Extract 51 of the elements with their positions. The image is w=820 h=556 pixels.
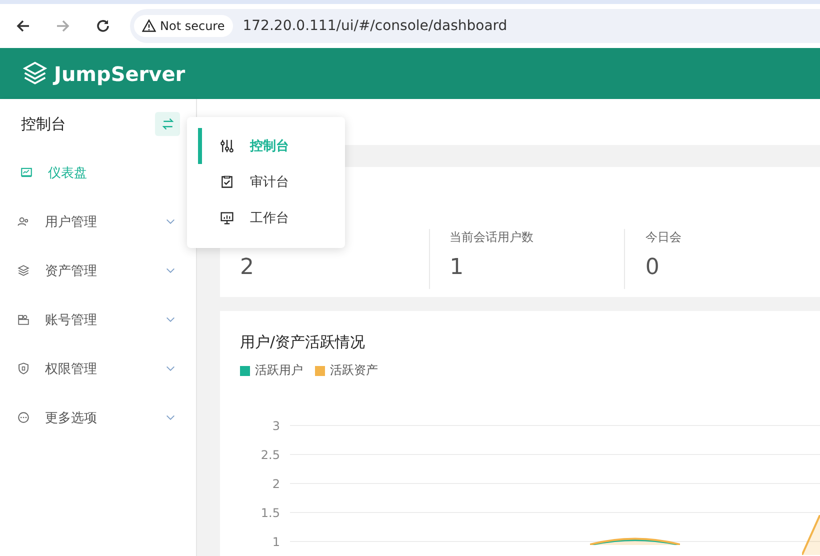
reload-icon[interactable] bbox=[95, 18, 111, 34]
users-icon bbox=[17, 215, 30, 228]
y-axis-label: 1.5 bbox=[260, 506, 281, 520]
swap-icon bbox=[160, 117, 174, 131]
switch-view-button[interactable] bbox=[155, 112, 180, 136]
y-axis-label: 3 bbox=[271, 418, 281, 432]
view-menu-label: 控制台 bbox=[250, 138, 289, 155]
sidebar-item[interactable]: 更多选项 bbox=[0, 393, 196, 442]
stat-value: 2 bbox=[240, 254, 255, 280]
url-text: 172.20.0.111/ui/#/console/dashboard bbox=[242, 18, 508, 34]
address-bar[interactable]: Not secure 172.20.0.111/ui/#/console/dashboard bbox=[130, 9, 820, 43]
back-icon[interactable] bbox=[15, 18, 31, 34]
dashboard-icon bbox=[20, 166, 33, 179]
stat-label: 当前会话用户数 bbox=[450, 228, 535, 246]
layers-icon bbox=[17, 264, 30, 277]
chart-line-drawing bbox=[802, 515, 820, 555]
sidebar-item[interactable]: 用户管理 bbox=[0, 197, 196, 246]
view-menu-item[interactable]: 审计台 bbox=[198, 164, 345, 200]
sidebar-item[interactable]: 资产管理 bbox=[0, 246, 196, 295]
warning-icon bbox=[142, 19, 156, 33]
logo-text: JumpServer bbox=[54, 62, 186, 86]
menu-item-label: 用户管理 bbox=[45, 214, 98, 230]
y-axis-label: 1 bbox=[271, 534, 281, 548]
id-card-icon bbox=[17, 313, 30, 326]
menu-item-label: 更多选项 bbox=[45, 410, 98, 426]
view-menu-label: 审计台 bbox=[250, 174, 289, 191]
menu-item-label: 仪表盘 bbox=[48, 164, 88, 182]
menu-item-label: 资产管理 bbox=[45, 262, 98, 280]
legend-label: 活跃用户 bbox=[255, 362, 303, 379]
logo-icon bbox=[22, 60, 48, 86]
sidebar-item[interactable]: 账号管理 bbox=[0, 295, 196, 344]
stat-label: 今日会 bbox=[645, 228, 682, 246]
menu-item-label: 权限管理 bbox=[45, 360, 98, 378]
stat-value: 1 bbox=[450, 254, 465, 280]
more-icon bbox=[17, 411, 30, 424]
sliders-icon bbox=[220, 139, 234, 153]
y-axis-label: 2.5 bbox=[260, 448, 281, 462]
security-label: Not secure bbox=[160, 19, 225, 33]
menu-item-label: 账号管理 bbox=[45, 312, 98, 328]
chart-title: 用户/资产活跃情况 bbox=[240, 333, 366, 352]
security-badge[interactable]: Not secure bbox=[134, 15, 233, 37]
stat-value: 0 bbox=[645, 254, 660, 280]
monitor-icon bbox=[220, 211, 234, 225]
shield-icon bbox=[17, 362, 30, 375]
sidebar-title: 控制台 bbox=[21, 114, 66, 134]
view-menu-item[interactable]: 工作台 bbox=[198, 200, 345, 236]
sidebar-item[interactable]: 权限管理 bbox=[0, 344, 196, 393]
view-menu-label: 工作台 bbox=[250, 210, 289, 227]
y-axis-label: 2 bbox=[271, 476, 281, 490]
clipboard-check-icon bbox=[220, 175, 234, 189]
legend-label: 活跃资产 bbox=[330, 362, 378, 379]
